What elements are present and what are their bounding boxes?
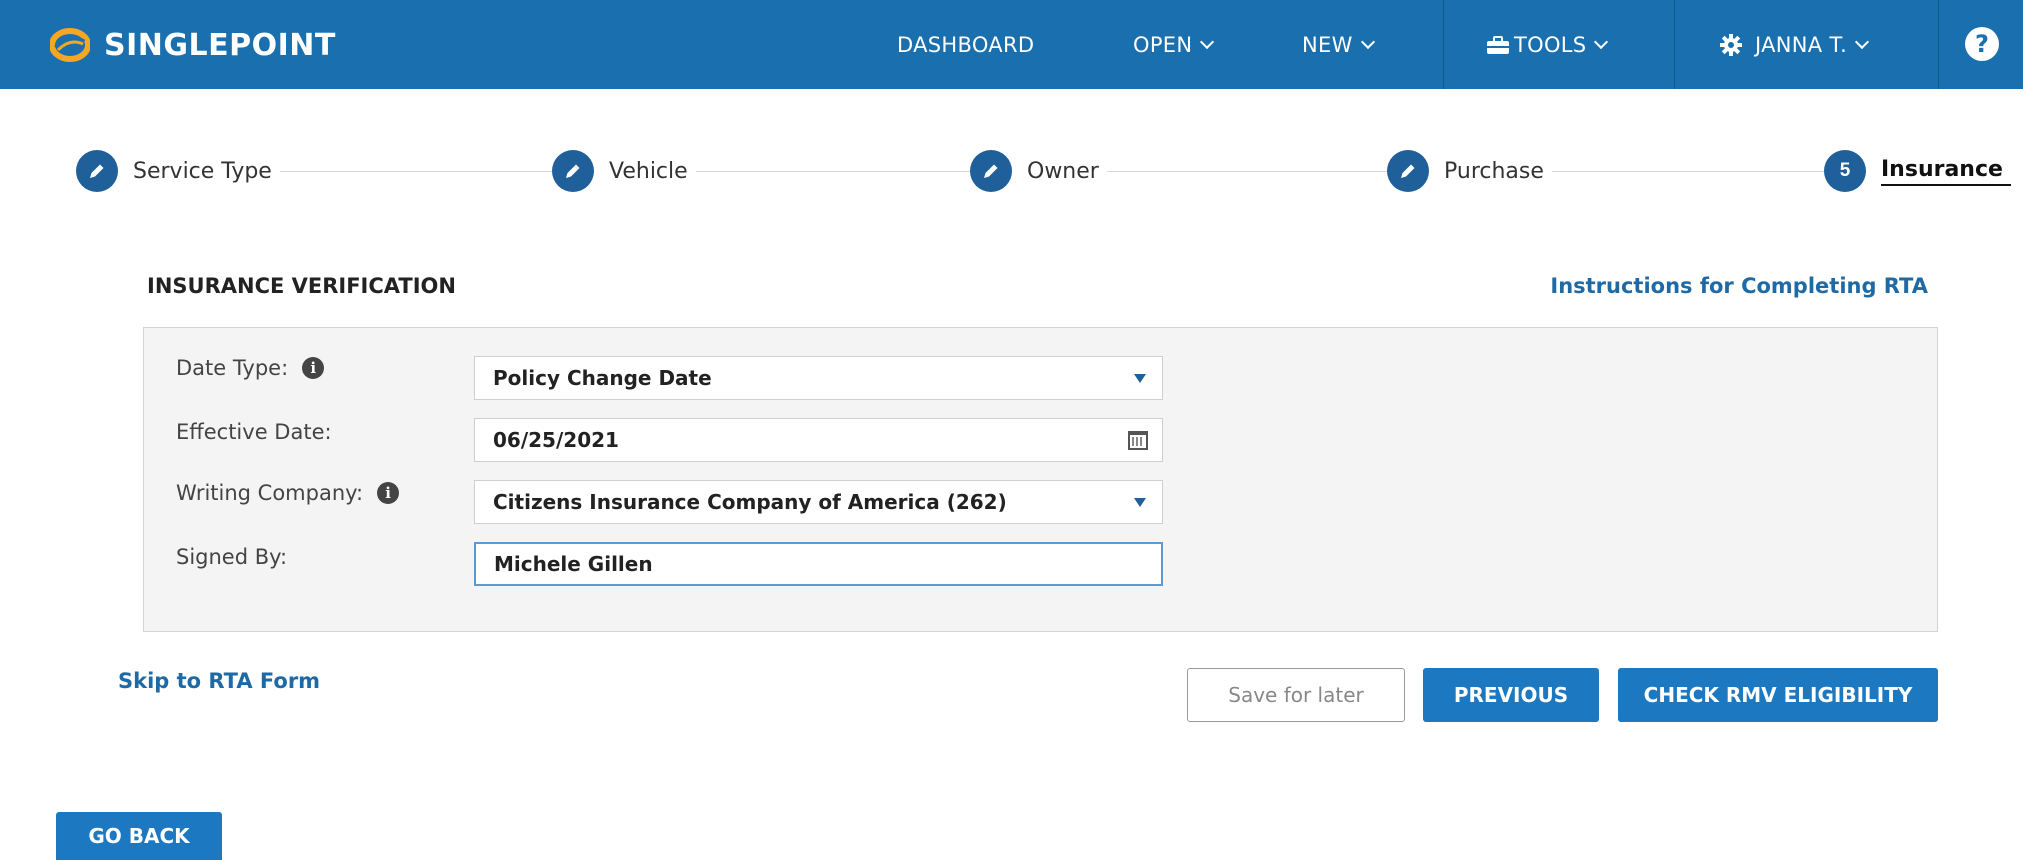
nav-user-menu[interactable]: JANNA T. [1719, 0, 1870, 89]
date-type-value: Policy Change Date [493, 366, 712, 390]
check-rmv-eligibility-button[interactable]: CHECK RMV ELIGIBILITY [1618, 668, 1938, 722]
check-rmv-eligibility-label: CHECK RMV ELIGIBILITY [1643, 683, 1913, 707]
nav-divider [1443, 0, 1444, 89]
skip-to-rta-form-link[interactable]: Skip to RTA Form [118, 669, 320, 693]
step-owner[interactable]: Owner [970, 150, 1107, 192]
go-back-label: GO BACK [88, 824, 190, 848]
calendar-icon[interactable] [1128, 431, 1148, 450]
singlepoint-logo-icon [50, 28, 90, 62]
signed-by-input[interactable]: Michele Gillen [474, 542, 1163, 586]
nav-open-label: OPEN [1133, 32, 1193, 57]
nav-divider [1674, 0, 1675, 89]
chevron-down-icon [1200, 34, 1215, 49]
effective-date-label-text: Effective Date: [176, 420, 332, 444]
signed-by-label: Signed By: [176, 545, 287, 569]
writing-company-label-text: Writing Company: [176, 481, 364, 505]
step-purchase[interactable]: Purchase [1387, 150, 1552, 192]
date-type-label: Date Type: i [176, 356, 325, 380]
step-service-type[interactable]: Service Type [76, 150, 280, 192]
previous-label: PREVIOUS [1453, 683, 1569, 707]
nav-open[interactable]: OPEN [1133, 0, 1215, 89]
chevron-down-icon [1854, 34, 1870, 49]
gear-icon [1720, 33, 1742, 56]
instructions-link[interactable]: Instructions for Completing RTA [1550, 274, 1928, 298]
pencil-icon [1401, 164, 1415, 178]
effective-date-value: 06/25/2021 [493, 428, 619, 452]
step-status-circle [76, 150, 118, 192]
nav-dashboard[interactable]: DASHBOARD [897, 0, 1034, 89]
pencil-icon [984, 164, 998, 178]
step-label: Purchase [1444, 158, 1544, 184]
step-vehicle[interactable]: Vehicle [552, 150, 696, 192]
user-name-label: JANNA T. [1755, 32, 1848, 57]
section-title: INSURANCE VERIFICATION [147, 274, 456, 298]
date-type-select[interactable]: Policy Change Date [474, 356, 1163, 400]
step-label: Service Type [133, 158, 272, 184]
signed-by-value: Michele Gillen [494, 552, 653, 576]
writing-company-label: Writing Company: i [176, 481, 400, 505]
nav-new-label: NEW [1302, 32, 1353, 57]
brand-logo[interactable]: SINGLEPOINT [50, 24, 336, 66]
info-icon[interactable]: i [377, 482, 400, 504]
step-status-circle [1387, 150, 1429, 192]
dropdown-caret-icon [1134, 498, 1146, 507]
nav-tools-label: TOOLS [1514, 32, 1587, 57]
nav-tools[interactable]: TOOLS [1486, 0, 1609, 89]
nav-dashboard-label: DASHBOARD [897, 32, 1035, 57]
step-label: Vehicle [609, 158, 688, 184]
writing-company-value: Citizens Insurance Company of America (2… [493, 490, 1007, 514]
step-status-circle [552, 150, 594, 192]
info-icon[interactable]: i [302, 357, 325, 379]
date-type-label-text: Date Type: [176, 356, 289, 380]
go-back-button[interactable]: GO BACK [56, 812, 222, 860]
save-for-later-label: Save for later [1228, 683, 1364, 707]
step-label-active: Insurance [1881, 157, 2011, 186]
help-icon[interactable]: ? [1965, 27, 1999, 61]
brand-name: SINGLEPOINT [104, 27, 336, 63]
nav-divider [1938, 0, 1939, 89]
toolbox-icon [1487, 35, 1509, 54]
effective-date-input[interactable]: 06/25/2021 [474, 418, 1163, 462]
top-navigation-bar: SINGLEPOINT DASHBOARD OPEN NEW TOOLS JAN… [0, 0, 2023, 89]
pencil-icon [566, 164, 580, 178]
step-number-circle: 5 [1824, 150, 1866, 192]
step-insurance[interactable]: 5 Insurance [1824, 150, 2011, 192]
signed-by-label-text: Signed By: [176, 545, 288, 569]
previous-button[interactable]: PREVIOUS [1423, 668, 1599, 722]
effective-date-label: Effective Date: [176, 420, 332, 444]
step-label: Owner [1027, 158, 1099, 184]
save-for-later-button[interactable]: Save for later [1187, 668, 1405, 722]
pencil-icon [90, 164, 104, 178]
step-status-circle [970, 150, 1012, 192]
nav-new[interactable]: NEW [1302, 0, 1375, 89]
dropdown-caret-icon [1134, 374, 1146, 383]
writing-company-select[interactable]: Citizens Insurance Company of America (2… [474, 480, 1163, 524]
chevron-down-icon [1594, 34, 1609, 49]
chevron-down-icon [1360, 34, 1375, 49]
